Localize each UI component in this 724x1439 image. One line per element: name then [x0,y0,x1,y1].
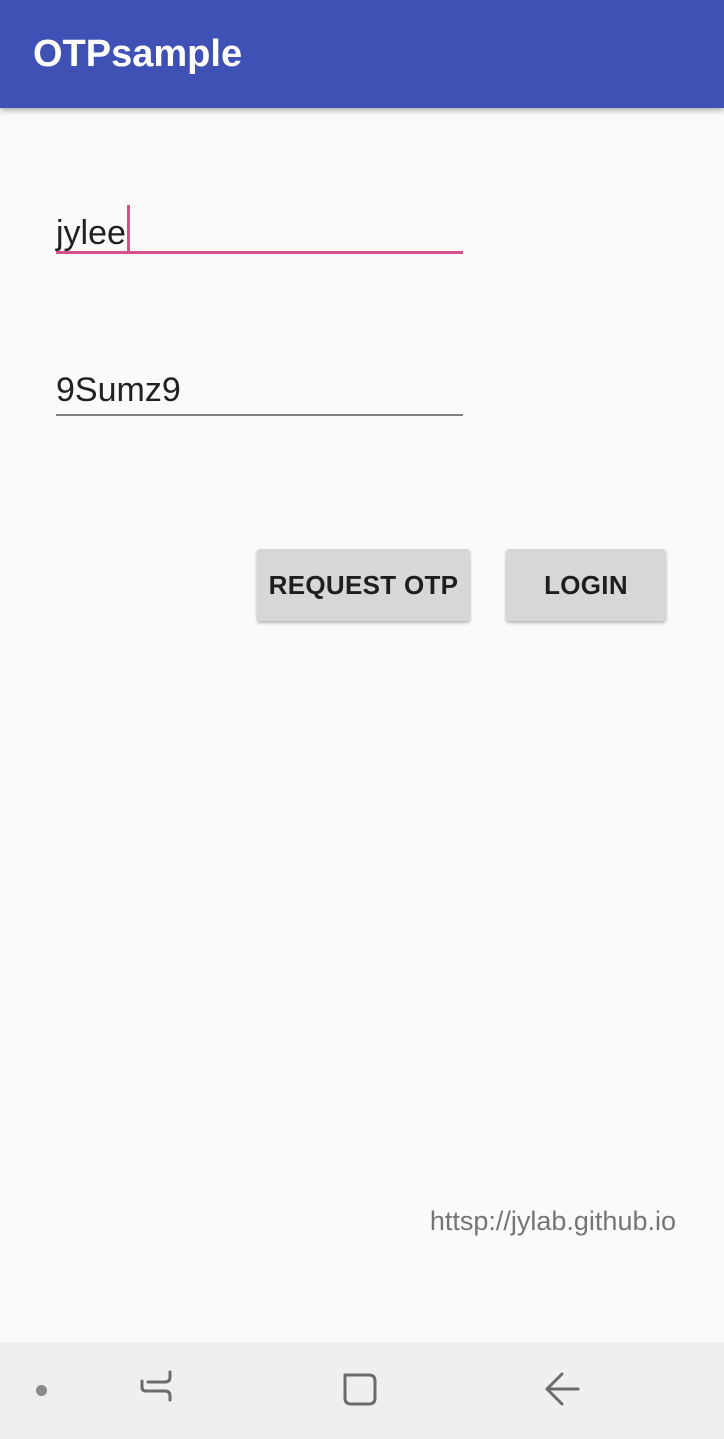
username-input[interactable]: jylee [56,205,130,253]
username-underline [56,251,463,254]
home-icon[interactable] [323,1342,395,1439]
text-cursor [126,205,130,251]
system-nav-bar [0,1342,724,1439]
footer-link[interactable]: httsp://jylab.github.io [430,1204,676,1238]
otp-field[interactable]: 9Sumz9 [56,360,463,418]
request-otp-button[interactable]: REQUEST OTP [257,549,470,621]
otp-input[interactable]: 9Sumz9 [56,370,181,410]
back-icon[interactable] [528,1342,598,1439]
dot-indicator-icon [36,1385,47,1396]
app-bar: OTPsample [0,0,724,108]
screen: OTPsample jylee 9Sumz9 REQUEST OTP LOGIN… [0,0,724,1439]
otp-underline [56,414,463,416]
username-value: jylee [56,214,126,252]
username-field[interactable]: jylee [56,196,463,258]
login-button[interactable]: LOGIN [506,549,666,621]
app-title: OTPsample [33,33,243,75]
recent-apps-icon[interactable] [120,1342,190,1439]
